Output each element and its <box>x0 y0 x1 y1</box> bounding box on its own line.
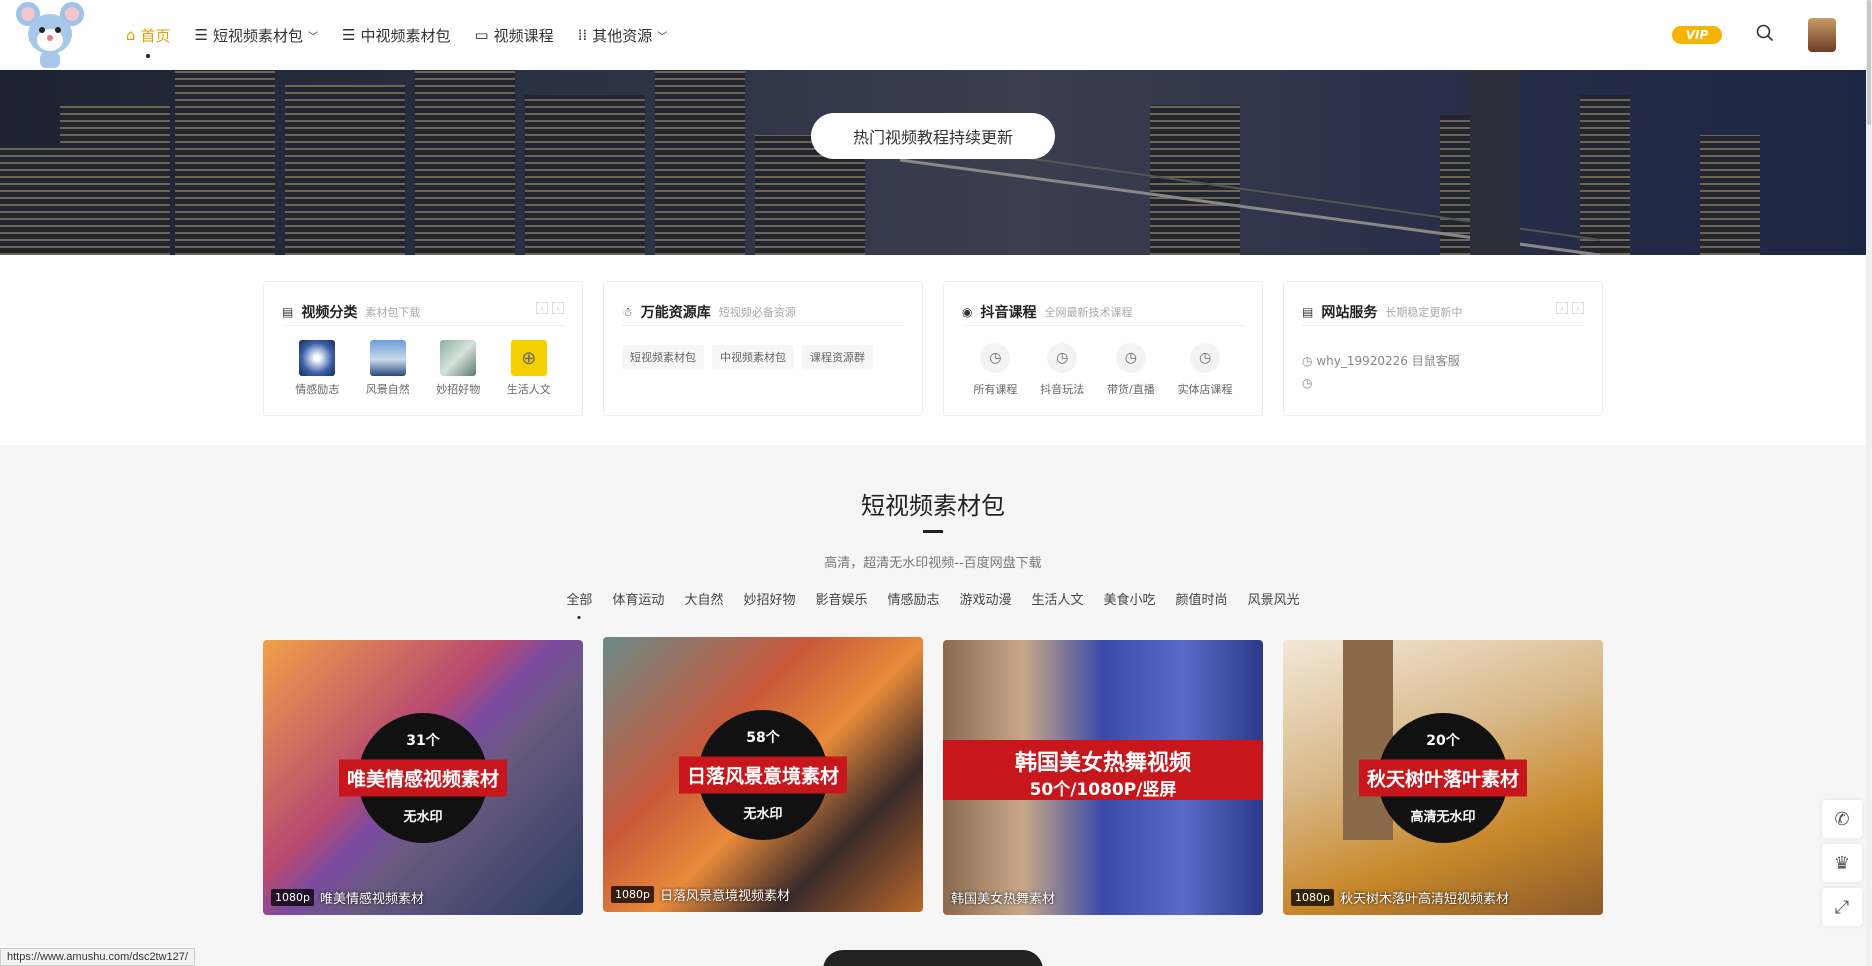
filter-life[interactable]: 生活人文 <box>1032 589 1084 608</box>
clock-icon: ◷ <box>1190 343 1221 373</box>
section-subtitle: 高清，超清无水印视频--百度网盘下载 <box>824 556 1042 571</box>
course-live[interactable]: ◷ 带货/直播 <box>1107 340 1155 397</box>
prev-arrow-icon[interactable]: ‹ <box>1556 302 1568 314</box>
category-section: ▤ 视频分类 素材包下载 ‹ › 情感励志 风景自然 妙招好物 ⊕ 生活人文 ☃ 万… <box>0 255 1866 445</box>
list-icon: ☰ <box>342 26 356 44</box>
fullscreen-icon[interactable]: ⤢ <box>1822 888 1862 926</box>
next-arrow-icon[interactable]: › <box>552 302 564 314</box>
material-card-dance[interactable]: 韩国美女热舞视频 50个/1080P/竖屏 韩国美女热舞素材 <box>943 640 1263 915</box>
group-icon: ☃ <box>622 304 633 319</box>
filter-games[interactable]: 游戏动漫 <box>960 589 1012 608</box>
material-card-sunset[interactable]: 58个 日落风景意境素材 无水印 1080p 日落风景意境视频素材 <box>603 637 923 912</box>
title-underline <box>923 530 943 533</box>
chevron-down-icon: ﹀ <box>657 31 668 43</box>
clock-icon: ◷ <box>1302 354 1313 368</box>
filter-entertainment[interactable]: 影音娱乐 <box>815 589 867 608</box>
card-video-category: ▤ 视频分类 素材包下载 ‹ › 情感励志 风景自然 妙招好物 ⊕ 生活人文 <box>263 281 583 416</box>
filter-food[interactable]: 美食小吃 <box>1104 589 1156 608</box>
prev-arrow-icon[interactable]: ‹ <box>536 302 548 314</box>
category-scenery[interactable]: 风景自然 <box>366 340 410 397</box>
home-icon: ⌂ <box>126 26 136 44</box>
header-right: VIP <box>1672 0 1836 70</box>
top-header: ⌂ 首页 ☰ 短视频素材包 ﹀ ☰ 中视频素材包 ▭ 视频课程 ⁞⁞ 其他资源 … <box>0 0 1866 70</box>
clock-icon: ◷ <box>1115 343 1146 373</box>
nav-short-video[interactable]: ☰ 短视频素材包 ﹀ <box>195 0 318 70</box>
nav-courses[interactable]: ▭ 视频课程 <box>474 0 553 70</box>
tag-course-group[interactable]: 课程资源群 <box>802 345 873 369</box>
document-icon: ▤ <box>1302 304 1314 319</box>
clock-icon: ◷ <box>1047 343 1078 373</box>
grid-icon: ⁞⁞ <box>577 26 588 44</box>
course-douyin[interactable]: ◷ 抖音玩法 <box>1040 340 1084 397</box>
card-site-service: ▤ 网站服务 长期稳定更新中 ‹ › ◷ why_19920226 目鼠客服 ◷ <box>1283 281 1603 416</box>
video-window-icon: ▭ <box>474 26 489 44</box>
filter-emotion[interactable]: 情感励志 <box>887 589 939 608</box>
category-tips[interactable]: 妙招好物 <box>436 340 480 397</box>
filter-sports[interactable]: 体育运动 <box>612 589 664 608</box>
load-more-button[interactable] <box>823 950 1043 966</box>
filter-tabs: 全部 体育运动 大自然 妙招好物 影音娱乐 情感励志 游戏动漫 生活人文 美食小… <box>0 589 1866 608</box>
status-url: https://www.amushu.com/dsc2tw127/ <box>0 948 195 966</box>
chevron-down-icon: ﹀ <box>308 31 319 43</box>
nav-mid-video[interactable]: ☰ 中视频素材包 <box>342 0 450 70</box>
search-icon[interactable] <box>1756 24 1774 47</box>
card-resource-library: ☃ 万能资源库 短视频必备资源 短视频素材包 中视频素材包 课程资源群 <box>603 281 923 416</box>
banner-update-button[interactable]: 热门视频教程持续更新 <box>811 113 1055 159</box>
clock-icon: ◷ <box>980 343 1011 373</box>
main-nav: ⌂ 首页 ☰ 短视频素材包 ﹀ ☰ 中视频素材包 ▭ 视频课程 ⁞⁞ 其他资源 … <box>126 0 667 70</box>
service-line[interactable]: ◷ <box>1302 372 1460 394</box>
site-logo[interactable] <box>12 0 88 70</box>
filter-nature[interactable]: 大自然 <box>684 589 723 608</box>
crown-icon[interactable]: ♛ <box>1822 844 1862 882</box>
material-card-emotion[interactable]: 31个 唯美情感视频素材 无水印 1080p 唯美情感视频素材 <box>263 640 583 915</box>
filter-scenery[interactable]: 风景风光 <box>1248 589 1300 608</box>
category-life[interactable]: ⊕ 生活人文 <box>507 340 551 397</box>
nav-home[interactable]: ⌂ 首页 <box>126 0 171 70</box>
filter-fashion[interactable]: 颜值时尚 <box>1176 589 1228 608</box>
service-line[interactable]: ◷ why_19920226 目鼠客服 <box>1302 350 1460 372</box>
page-scrollbar[interactable] <box>1866 0 1872 966</box>
floating-side-buttons: ✆ ♛ ⤢ <box>1822 800 1862 926</box>
material-card-autumn[interactable]: 20个 秋天树叶落叶素材 高清无水印 1080p 秋天树木落叶高清短视频素材 <box>1283 640 1603 915</box>
card-caption: 秋天树木落叶高清短视频素材 <box>1339 892 1509 907</box>
card-douyin-courses: ◉ 抖音课程 全网最新技术课程 ◷ 所有课程 ◷ 抖音玩法 ◷ 带货/直播 ◷ 实体店课… <box>943 281 1263 416</box>
next-arrow-icon[interactable]: › <box>1572 302 1584 314</box>
hero-banner: 热门视频教程持续更新 <box>0 70 1866 255</box>
card-caption: 韩国美女热舞素材 <box>951 892 1056 907</box>
tag-short-video[interactable]: 短视频素材包 <box>622 345 704 369</box>
document-icon: ▤ <box>282 304 294 319</box>
course-all[interactable]: ◷ 所有课程 <box>973 340 1017 397</box>
tag-mid-video[interactable]: 中视频素材包 <box>712 345 794 369</box>
card-caption: 唯美情感视频素材 <box>319 892 424 907</box>
vip-badge[interactable]: VIP <box>1672 26 1722 44</box>
filter-tips[interactable]: 妙招好物 <box>743 589 795 608</box>
category-emotion[interactable]: 情感励志 <box>295 340 339 397</box>
course-store[interactable]: ◷ 实体店课程 <box>1178 340 1233 397</box>
compass-icon: ◉ <box>962 304 973 319</box>
section-title: 短视频素材包 <box>861 492 1005 520</box>
clock-icon: ◷ <box>1302 376 1313 390</box>
user-avatar[interactable] <box>1808 18 1836 52</box>
filter-all[interactable]: 全部 <box>566 589 592 608</box>
nav-other[interactable]: ⁞⁞ 其他资源 ﹀ <box>578 0 668 70</box>
card-caption: 日落风景意境视频素材 <box>659 889 790 904</box>
wechat-icon[interactable]: ✆ <box>1822 800 1862 838</box>
list-icon: ☰ <box>194 26 208 44</box>
